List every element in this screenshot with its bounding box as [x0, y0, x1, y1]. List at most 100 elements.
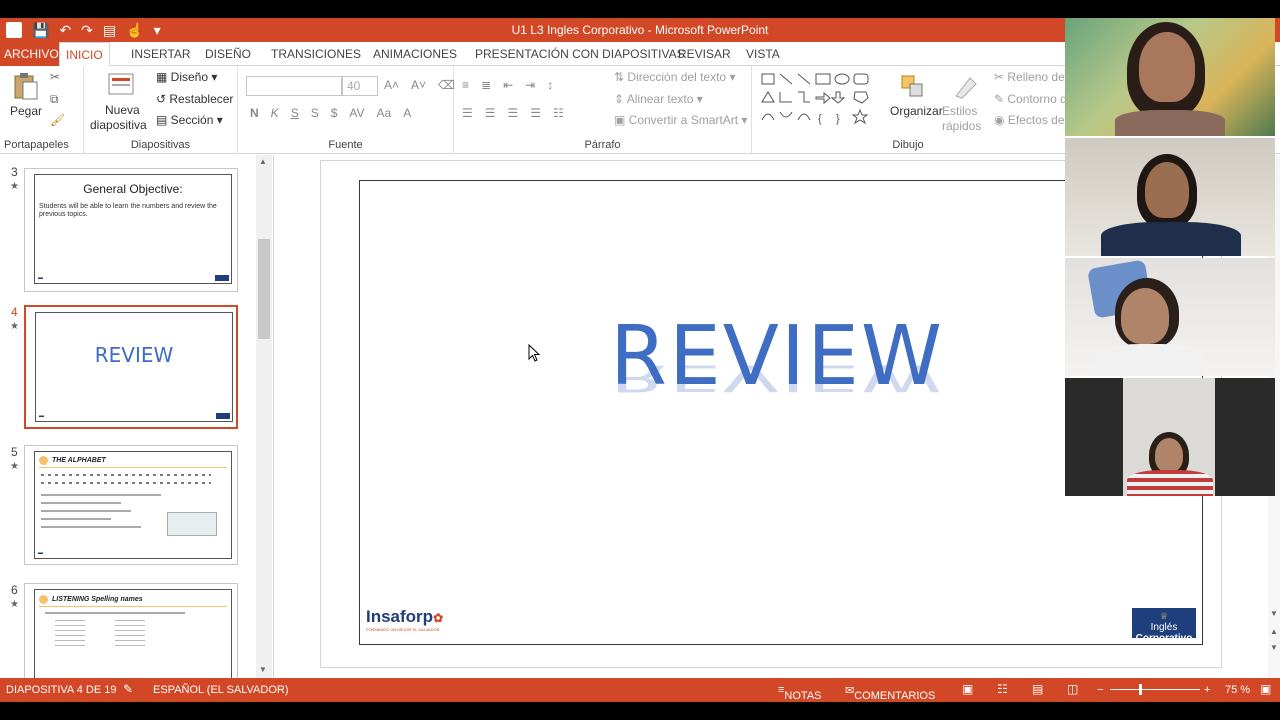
video-participant-1[interactable]: [1065, 18, 1275, 136]
align-left-icon[interactable]: ☰: [462, 106, 473, 120]
slide-thumbnail-3[interactable]: General Objective: Students will be able…: [24, 168, 238, 292]
bullets-icon[interactable]: ≡: [462, 78, 469, 92]
scroll-up-icon[interactable]: ▲: [259, 157, 267, 166]
reading-view-icon[interactable]: ▤: [1032, 682, 1043, 696]
arrange-icon[interactable]: [898, 72, 928, 102]
scroll-down-icon[interactable]: ▼: [259, 665, 267, 674]
font-size-select[interactable]: 40: [342, 76, 378, 96]
animation-star-icon: ★: [10, 181, 19, 192]
shadow-button[interactable]: S: [311, 106, 319, 120]
reset-button[interactable]: ↺ Restablecer: [156, 92, 233, 106]
comments-button[interactable]: ✉ COMENTARIOS: [845, 684, 935, 702]
cut-icon[interactable]: ✂: [50, 70, 60, 84]
quick-styles-label-1[interactable]: Estilos: [942, 104, 977, 118]
thumb-title: General Objective:: [83, 182, 183, 196]
tab-vista[interactable]: VISTA: [740, 42, 786, 66]
slide-sorter-icon[interactable]: ☷: [997, 682, 1008, 696]
font-size-buttons: A˄ A˅ ⌫: [384, 78, 455, 92]
format-painter-icon[interactable]: 🖌: [50, 113, 65, 127]
shrink-font-icon[interactable]: A˅: [411, 78, 426, 92]
font-style-buttons: N K S S $ AV Aa A: [250, 106, 411, 120]
justify-icon[interactable]: ☰: [530, 106, 541, 120]
smartart-button[interactable]: ▣ Convertir a SmartArt ▾: [614, 113, 747, 127]
previous-slide-icon[interactable]: ▲: [1270, 627, 1278, 636]
zoom-slider-thumb[interactable]: [1139, 684, 1142, 695]
numbering-icon[interactable]: ≣: [481, 78, 491, 92]
notes-button[interactable]: ≡ NOTAS: [778, 684, 822, 702]
video-participant-3[interactable]: [1065, 258, 1275, 376]
next-slide-icon[interactable]: ▼: [1270, 643, 1278, 652]
tab-animaciones[interactable]: ANIMACIONES: [367, 42, 463, 66]
section-button[interactable]: ▤ Sección ▾: [156, 113, 223, 127]
thumb-badge-icon: [39, 595, 48, 604]
zoom-slider[interactable]: [1110, 689, 1200, 690]
thumb-title: REVIEW: [94, 343, 174, 367]
tab-revisar[interactable]: REVISAR: [672, 42, 737, 66]
case-button[interactable]: Aa: [377, 106, 392, 120]
line-spacing-icon[interactable]: ↕: [547, 78, 553, 92]
participant-face: [1121, 288, 1169, 344]
participant-face: [1155, 438, 1183, 472]
tab-diseno[interactable]: DISEÑO: [199, 42, 257, 66]
tab-transiciones[interactable]: TRANSICIONES: [265, 42, 367, 66]
paste-button[interactable]: Pegar: [10, 104, 42, 118]
fit-slide-icon[interactable]: ▣: [1260, 682, 1271, 696]
slideshow-icon[interactable]: ◫: [1067, 682, 1078, 696]
participant-face: [1145, 162, 1189, 218]
tab-presentacion[interactable]: PRESENTACIÓN CON DIAPOSITIVAS: [469, 42, 691, 66]
quick-styles-label-2[interactable]: rápidos: [942, 119, 981, 133]
tab-archivo[interactable]: ARCHIVO: [0, 42, 63, 66]
quick-styles-icon[interactable]: [950, 72, 980, 102]
video-participant-4[interactable]: [1065, 378, 1275, 496]
group-portapapeles: Pegar ✂ ⧉ 🖌 Portapapeles: [0, 66, 84, 154]
zoom-in-icon[interactable]: +: [1204, 684, 1210, 696]
align-text-button[interactable]: ⇕ Alinear texto ▾: [614, 92, 703, 106]
tab-insertar[interactable]: INSERTAR: [125, 42, 197, 66]
normal-view-icon[interactable]: ▣: [962, 682, 973, 696]
new-slide-icon[interactable]: [106, 70, 136, 100]
paste-icon[interactable]: [10, 72, 40, 102]
new-slide-label-2[interactable]: diapositiva: [90, 118, 147, 132]
group-label-diapositivas: Diapositivas: [130, 139, 191, 151]
slide-thumbnail-6[interactable]: LISTENING Spelling names: [24, 583, 238, 689]
columns-icon[interactable]: ☷: [553, 106, 564, 120]
thumbnail-scrollbar[interactable]: ▲ ▼: [256, 155, 272, 678]
increase-indent-icon[interactable]: ⇥: [525, 78, 535, 92]
clear-format-icon[interactable]: ⌫: [438, 78, 455, 92]
bold-button[interactable]: N: [250, 106, 259, 120]
underline-button[interactable]: S: [291, 106, 299, 120]
scroll-down-icon[interactable]: ▼: [1270, 609, 1278, 618]
slide-thumbnail-5[interactable]: THE ALPHABET ▬: [24, 445, 238, 565]
video-participant-2[interactable]: [1065, 138, 1275, 256]
font-family-select[interactable]: [246, 76, 342, 96]
powerpoint-window: P 💾 ↶ ↷ ▤ ☝ ▾ U1 L3 Ingles Corporativo -…: [0, 18, 1280, 702]
align-center-icon[interactable]: ☰: [485, 106, 496, 120]
list-buttons: ≡ ≣ ⇤ ⇥ ↕: [462, 78, 553, 92]
strikethrough-icon[interactable]: $: [331, 106, 338, 120]
spellcheck-icon[interactable]: ✎: [123, 682, 133, 696]
decrease-indent-icon[interactable]: ⇤: [503, 78, 513, 92]
shape-outline-button[interactable]: ✎ Contorno d: [994, 92, 1067, 106]
slide-thumbnail-4[interactable]: REVIEW ▬: [24, 305, 238, 429]
mini-insaforp-logo: ▬: [39, 413, 44, 419]
spacing-button[interactable]: AV: [349, 106, 364, 120]
shapes-gallery[interactable]: {}: [758, 70, 882, 126]
layout-button[interactable]: ▦ Diseño ▾: [156, 70, 217, 84]
slide-title-reflection: REVIEW: [610, 356, 944, 399]
italic-button[interactable]: K: [271, 106, 279, 120]
tab-inicio[interactable]: INICIO: [59, 42, 110, 67]
new-slide-label-1[interactable]: Nueva: [105, 103, 140, 117]
shape-fill-button[interactable]: ✂ Relleno de: [994, 70, 1065, 84]
scrollbar-thumb[interactable]: [258, 239, 270, 339]
zoom-out-icon[interactable]: −: [1097, 684, 1103, 696]
text-direction-button[interactable]: ⇅ Dirección del texto ▾: [614, 70, 735, 84]
copy-icon[interactable]: ⧉: [50, 92, 59, 107]
zoom-level[interactable]: 75 %: [1225, 684, 1250, 696]
grow-font-icon[interactable]: A˄: [384, 78, 399, 92]
arrange-button[interactable]: Organizar: [890, 104, 943, 118]
shape-effects-button[interactable]: ◉ Efectos de: [994, 113, 1065, 127]
align-right-icon[interactable]: ☰: [508, 106, 519, 120]
language-indicator[interactable]: ESPAÑOL (EL SALVADOR): [153, 684, 289, 696]
participant-face: [1139, 32, 1195, 102]
font-color-button[interactable]: A: [403, 106, 411, 120]
